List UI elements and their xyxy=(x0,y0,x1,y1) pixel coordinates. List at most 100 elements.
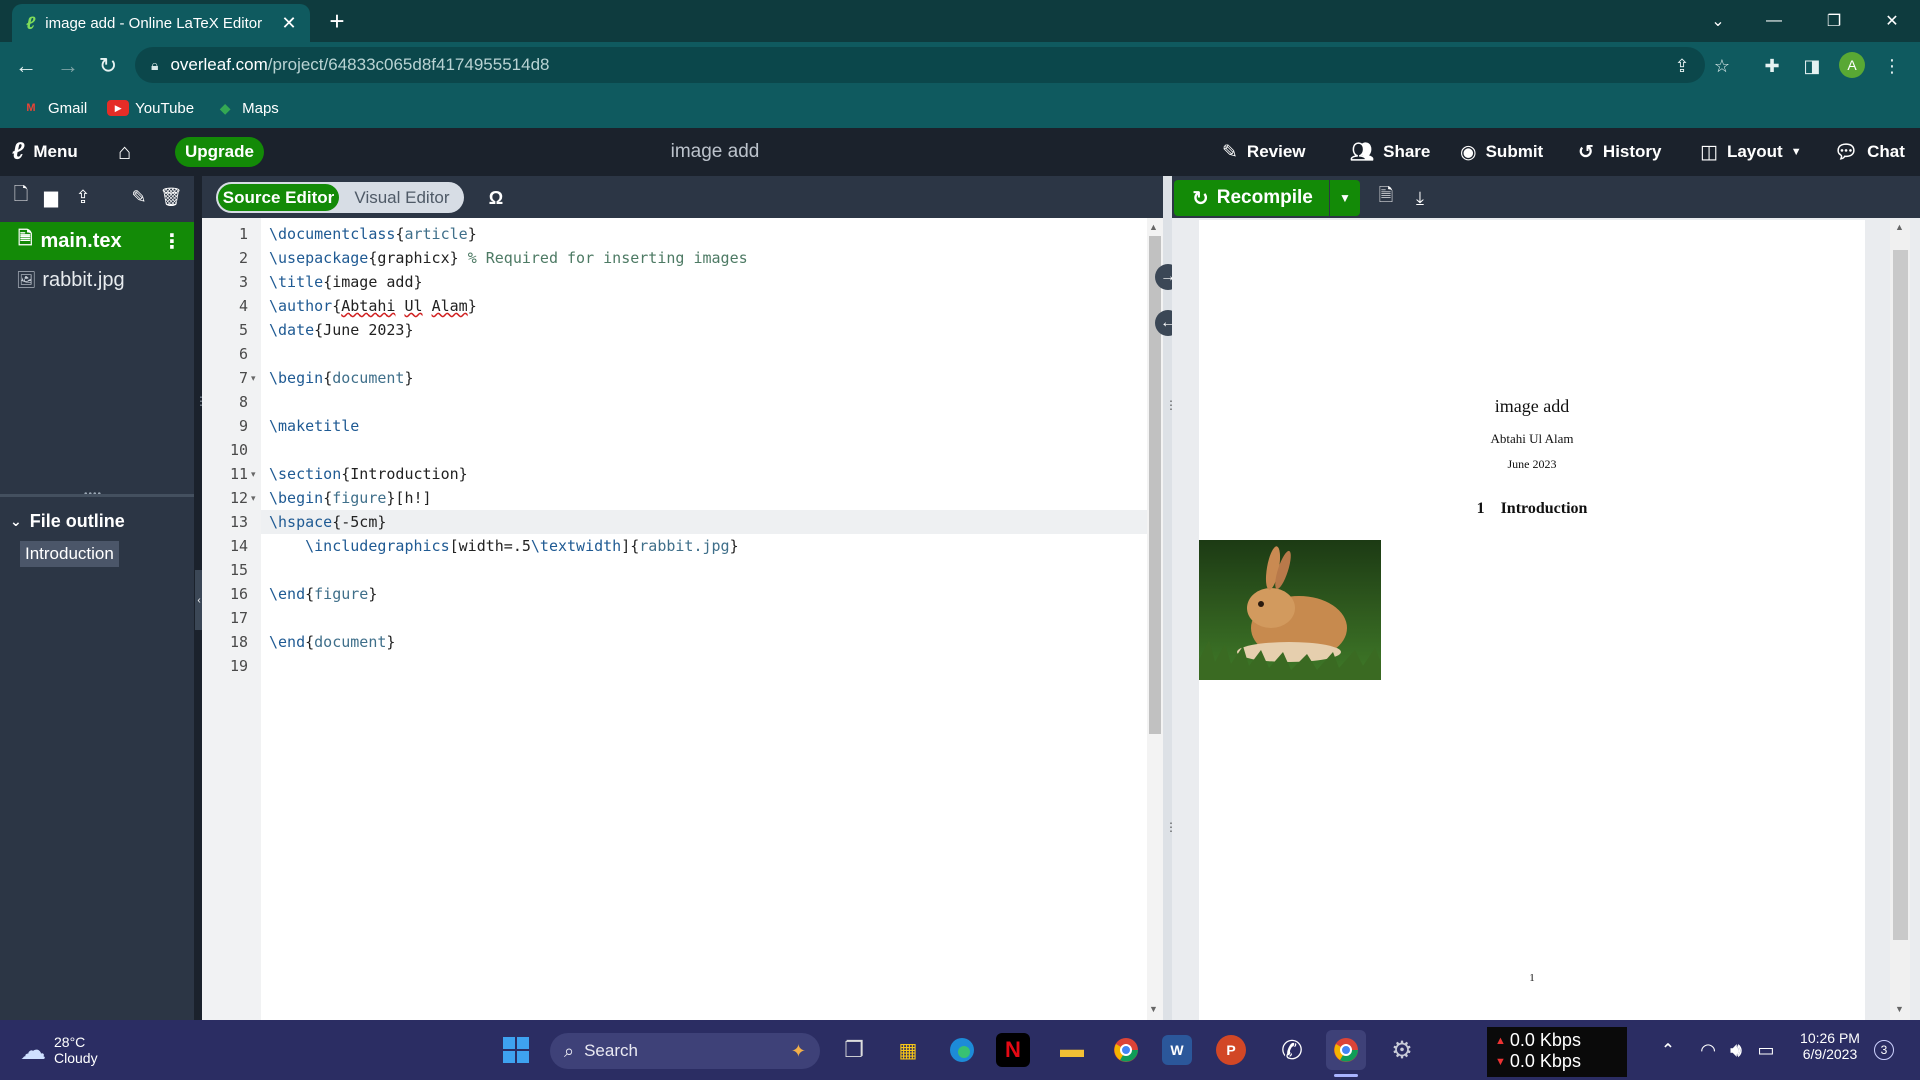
file-outline-toggle[interactable]: ⌄ File outline xyxy=(0,506,194,536)
submit-button[interactable]: ◉ Submit xyxy=(1460,128,1543,176)
rabbit-image xyxy=(1199,540,1381,680)
source-editor-button[interactable]: Source Editor xyxy=(218,184,339,211)
scroll-down-icon[interactable]: ▼ xyxy=(1149,1004,1158,1014)
reload-icon[interactable]: ↻ xyxy=(92,50,124,82)
upgrade-button[interactable]: Upgrade xyxy=(175,137,264,167)
url-field[interactable]: 🔒︎ overleaf.com /project/64833c065d8f417… xyxy=(135,47,1705,83)
word-icon[interactable]: W xyxy=(1162,1035,1192,1065)
bookmark-star-icon[interactable]: ☆ xyxy=(1706,50,1738,82)
code-lines[interactable]: \documentclass{article} \usepackage{graph… xyxy=(261,222,1141,692)
recompile-options-caret-icon[interactable]: ▼ xyxy=(1330,180,1360,216)
new-file-icon[interactable]: 🗋︎ xyxy=(10,184,32,208)
scroll-up-icon[interactable]: ▲ xyxy=(1895,222,1904,232)
fold-arrow-icon[interactable]: ▾ xyxy=(251,486,256,510)
clock[interactable]: 10:26 PM 6/9/2023 xyxy=(1790,1030,1870,1070)
line-number: 19 xyxy=(229,657,248,675)
weather-widget[interactable]: ☁ 28°C Cloudy xyxy=(20,1030,160,1070)
settings-gear-icon[interactable]: ⚙ xyxy=(1382,1030,1422,1070)
home-icon[interactable]: ⌂ xyxy=(118,128,131,176)
forward-icon[interactable]: → xyxy=(52,50,84,82)
store-icon[interactable]: ▦ xyxy=(888,1030,928,1070)
file-menu-icon[interactable]: ⋮ xyxy=(162,229,182,254)
close-window-button[interactable]: ✕ xyxy=(1864,0,1920,42)
visual-editor-button[interactable]: Visual Editor xyxy=(342,184,462,211)
bookmark-gmail[interactable]: M Gmail xyxy=(20,100,87,117)
bookmarks-bar: M Gmail ▶ YouTube ◆ Maps xyxy=(0,88,1920,128)
layout-label: Layout xyxy=(1726,142,1783,161)
code-line[interactable]: \title{image add} xyxy=(269,270,423,294)
code-line[interactable]: \documentclass{article} xyxy=(269,222,477,246)
editor-pdf-splitter[interactable] xyxy=(1163,176,1172,1020)
battery-icon[interactable]: ▭ xyxy=(1746,1030,1786,1070)
taskbar-search[interactable]: ⌕ Search ✦ xyxy=(550,1033,820,1069)
download-pdf-icon[interactable]: ⤓ xyxy=(1408,186,1432,210)
outline-item-introduction[interactable]: Introduction xyxy=(20,541,119,567)
line-number: 2 xyxy=(238,249,248,267)
restore-button[interactable]: ❐ xyxy=(1806,0,1862,42)
minimize-button[interactable]: — xyxy=(1746,0,1802,42)
back-icon[interactable]: ← xyxy=(10,50,42,82)
outline-divider xyxy=(0,494,194,497)
bookmark-maps[interactable]: ◆ Maps xyxy=(214,100,279,117)
upload-icon[interactable]: ⇪ xyxy=(72,186,94,208)
editor-scroll-thumb[interactable] xyxy=(1149,236,1161,734)
code-line[interactable]: \end{figure} xyxy=(269,582,377,606)
code-line[interactable]: \hspace{-5cm} xyxy=(269,510,386,534)
browser-tab[interactable]: ℓ image add - Online LaTeX Editor ✕ xyxy=(12,4,310,42)
code-line[interactable]: \end{document} xyxy=(269,630,395,654)
side-panel-icon[interactable]: ◨ xyxy=(1796,50,1828,82)
new-folder-icon[interactable]: ▆ xyxy=(40,186,62,208)
chat-button[interactable]: 💬︎ Chat xyxy=(1834,128,1905,176)
code-line[interactable]: \section{Introduction} xyxy=(269,462,468,486)
history-button[interactable]: ↺ History xyxy=(1578,128,1662,176)
review-button[interactable]: ✎ Review xyxy=(1222,128,1306,176)
symbol-palette-button[interactable]: Ω xyxy=(482,184,510,212)
windows-start-icon[interactable] xyxy=(496,1030,536,1070)
image-file-icon: 🖼︎ xyxy=(16,272,37,289)
chrome-icon[interactable] xyxy=(1106,1030,1146,1070)
share-button[interactable]: 👥︎ Share xyxy=(1350,128,1430,176)
file-item-main-tex[interactable]: 🗎︎ main.tex ⋮ xyxy=(0,222,194,260)
bookmark-youtube[interactable]: ▶ YouTube xyxy=(107,100,194,117)
scroll-down-icon[interactable]: ▼ xyxy=(1895,1004,1904,1014)
tab-close-button[interactable]: ✕ xyxy=(276,13,302,34)
file-icon: 🗎︎ xyxy=(18,228,33,248)
code-line[interactable]: \maketitle xyxy=(269,414,359,438)
delete-trash-icon[interactable]: 🗑︎ xyxy=(160,186,183,208)
profile-avatar[interactable]: A xyxy=(1839,52,1865,78)
code-line[interactable]: \begin{document} xyxy=(269,366,414,390)
layout-button[interactable]: ◫ Layout ▼ xyxy=(1700,128,1802,176)
notification-badge[interactable]: 3 xyxy=(1874,1040,1894,1060)
fold-arrow-icon[interactable]: ▾ xyxy=(251,462,256,486)
code-line[interactable]: \includegraphics[width=.5\textwidth]{rab… xyxy=(269,534,739,558)
line-number: 11 xyxy=(229,465,248,483)
netflix-icon[interactable]: N xyxy=(996,1033,1030,1067)
share-page-icon[interactable]: ⇪ xyxy=(1666,50,1698,82)
chrome-profile-icon[interactable] xyxy=(1326,1030,1366,1070)
file-item-rabbit-jpg[interactable]: 🖼︎ rabbit.jpg xyxy=(0,263,194,297)
tray-overflow-chevron-icon[interactable]: ⌃ xyxy=(1648,1030,1688,1070)
rename-pencil-icon[interactable]: ✎ xyxy=(128,186,150,208)
whatsapp-icon[interactable]: ✆ xyxy=(1272,1030,1312,1070)
new-tab-button[interactable]: + xyxy=(322,6,352,36)
recompile-button[interactable]: ↻ Recompile xyxy=(1174,180,1329,216)
task-view-icon[interactable]: ❐ xyxy=(834,1030,874,1070)
menu-button[interactable]: ℓ Menu xyxy=(12,128,78,176)
pdf-scroll-thumb[interactable] xyxy=(1893,250,1908,940)
code-line[interactable]: \date{June 2023} xyxy=(269,318,414,342)
refresh-icon: ↻ xyxy=(1192,187,1209,210)
fold-arrow-icon[interactable]: ▾ xyxy=(251,366,256,390)
file-explorer-icon[interactable]: ▬ xyxy=(1052,1030,1092,1070)
scroll-up-icon[interactable]: ▲ xyxy=(1149,222,1158,232)
code-line[interactable]: \author{Abtahi Ul Alam} xyxy=(269,294,477,318)
code-line[interactable]: \begin{figure}[h!] xyxy=(269,486,432,510)
browser-menu-icon[interactable]: ⋮ xyxy=(1876,50,1908,82)
powerpoint-icon[interactable]: P xyxy=(1216,1035,1246,1065)
tab-search-chevron-icon[interactable]: ⌄ xyxy=(1690,0,1746,42)
view-logs-icon[interactable]: 🗎︎ xyxy=(1374,185,1398,210)
extensions-icon[interactable]: ✚ xyxy=(1756,50,1788,82)
project-name[interactable]: image add xyxy=(620,128,810,176)
pdf-page[interactable]: image add Abtahi Ul Alam June 2023 1 Int… xyxy=(1199,220,1865,1020)
code-line[interactable]: \usepackage{graphicx} % Required for ins… xyxy=(269,246,748,270)
edge-icon[interactable] xyxy=(942,1030,982,1070)
